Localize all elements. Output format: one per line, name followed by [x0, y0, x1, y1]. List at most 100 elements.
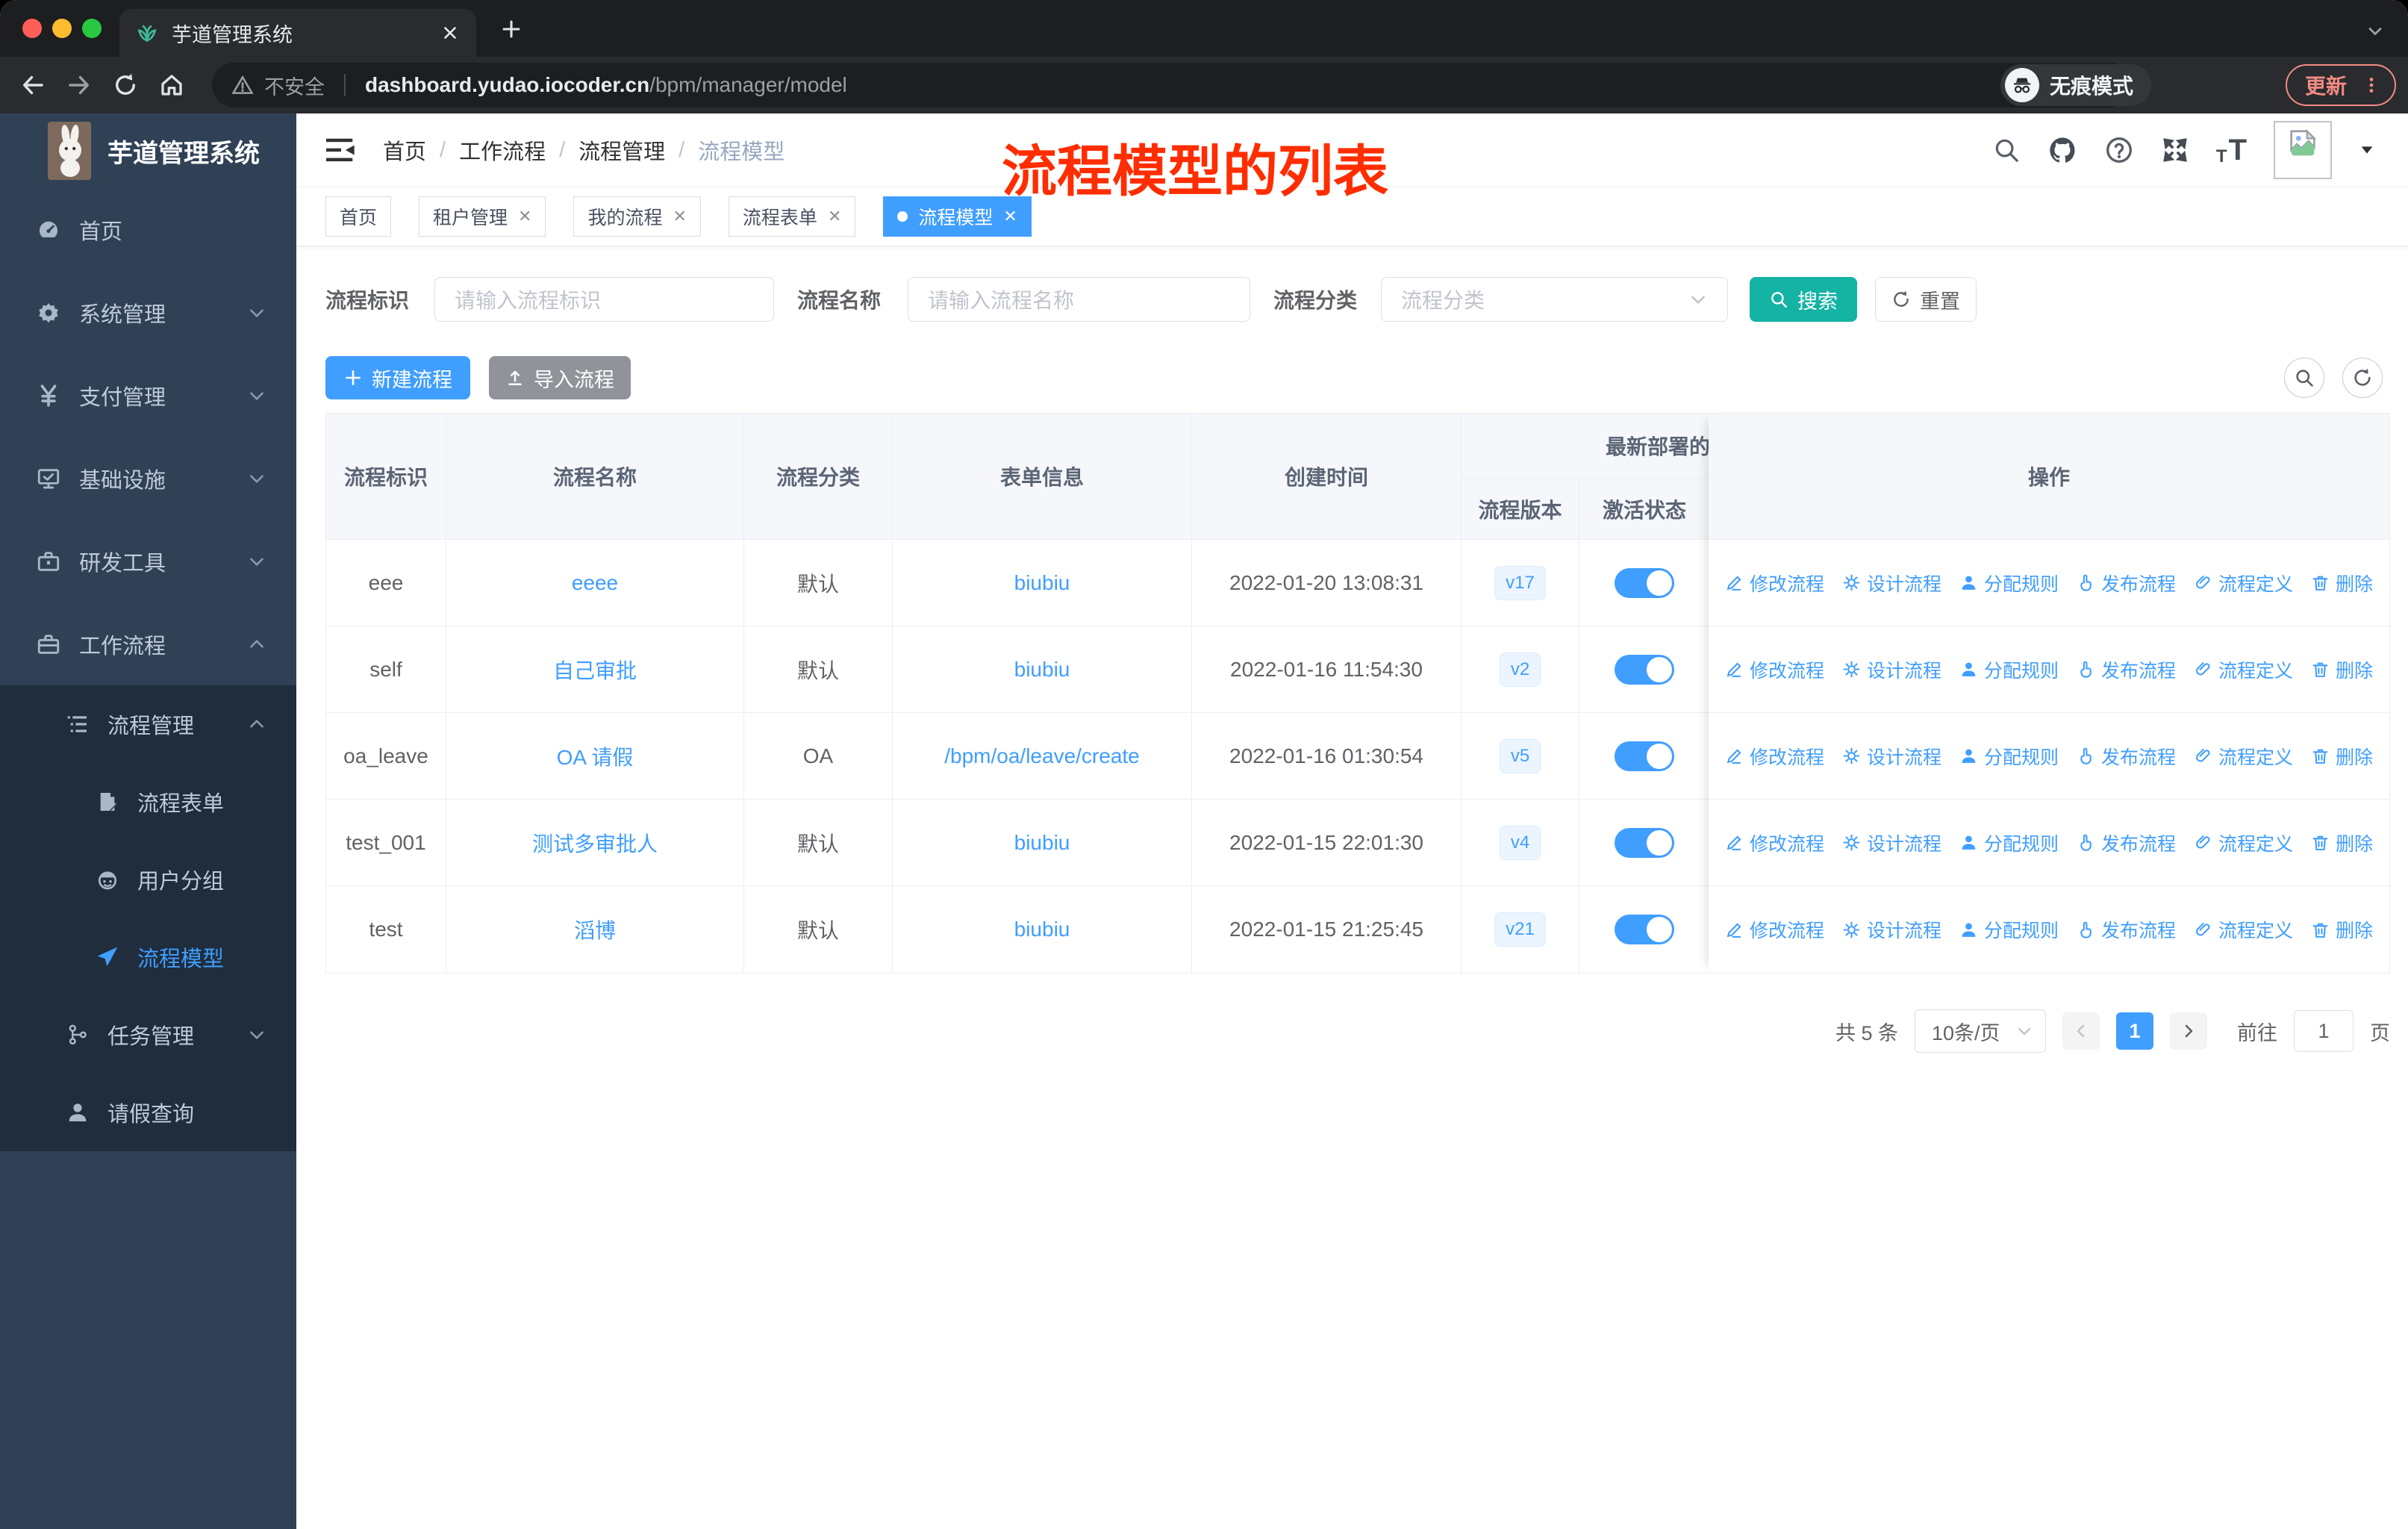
row-action-link[interactable]: 流程定义 [2194, 656, 2293, 683]
url-text[interactable]: dashboard.yudao.iocoder.cn/bpm/manager/m… [365, 73, 847, 97]
row-action-link[interactable]: 发布流程 [2077, 829, 2176, 856]
close-tag-icon[interactable]: ✕ [828, 207, 841, 226]
tag-process-form[interactable]: 流程表单 ✕ [728, 196, 856, 237]
breadcrumb-home[interactable]: 首页 [383, 134, 426, 166]
sidebar-item-home[interactable]: 首页 [0, 188, 296, 271]
form-info-link[interactable]: /bpm/oa/leave/create [944, 744, 1140, 768]
active-state-toggle[interactable] [1615, 567, 1674, 598]
header-search-icon[interactable] [1992, 136, 2021, 164]
security-label[interactable]: 不安全 [264, 71, 325, 100]
search-button[interactable]: 搜索 [1750, 277, 1858, 322]
row-action-link[interactable]: 流程定义 [2194, 916, 2293, 943]
sidebar-item-process-management[interactable]: 流程管理 [0, 685, 296, 763]
row-action-link[interactable]: 修改流程 [1725, 570, 1824, 597]
page-number-current[interactable]: 1 [2116, 1012, 2153, 1050]
row-action-link[interactable]: 修改流程 [1725, 916, 1824, 943]
sidebar-item-task-management[interactable]: 任务管理 [0, 996, 296, 1074]
refresh-list-button[interactable] [2342, 358, 2383, 398]
fullscreen-icon[interactable] [2161, 136, 2189, 164]
active-state-toggle[interactable] [1615, 827, 1674, 858]
next-page-button[interactable] [2170, 1012, 2207, 1050]
row-action-link[interactable]: 分配规则 [1959, 829, 2059, 856]
user-avatar[interactable] [2274, 121, 2332, 179]
reset-button[interactable]: 重置 [1875, 277, 1977, 322]
breadcrumb-workflow[interactable]: 工作流程 [459, 134, 546, 166]
process-name-link[interactable]: 自己审批 [553, 655, 637, 685]
close-tag-icon[interactable]: ✕ [518, 207, 531, 226]
close-window-button[interactable] [22, 19, 42, 38]
row-action-link[interactable]: 设计流程 [1842, 916, 1941, 943]
active-state-toggle[interactable] [1615, 741, 1674, 771]
row-action-link[interactable]: 发布流程 [2077, 916, 2176, 943]
tab-search-chevron-icon[interactable] [2365, 21, 2386, 42]
toggle-search-button[interactable] [2284, 358, 2324, 398]
process-name-link[interactable]: eeee [572, 571, 618, 595]
row-action-link[interactable]: 流程定义 [2194, 570, 2293, 597]
row-action-link[interactable]: 分配规则 [1959, 570, 2059, 597]
breadcrumb-process-management[interactable]: 流程管理 [578, 134, 665, 166]
back-button[interactable] [19, 72, 46, 99]
row-action-link[interactable]: 设计流程 [1842, 829, 1941, 856]
process-category-select[interactable]: 流程分类 [1381, 277, 1729, 322]
row-action-link[interactable]: 分配规则 [1959, 656, 2059, 683]
row-action-link[interactable]: 发布流程 [2077, 656, 2176, 683]
row-action-link[interactable]: 删除 [2311, 829, 2373, 856]
active-state-toggle[interactable] [1615, 654, 1674, 685]
row-action-link[interactable]: 分配规则 [1959, 916, 2059, 943]
prev-page-button[interactable] [2062, 1012, 2100, 1050]
row-action-link[interactable]: 修改流程 [1725, 656, 1824, 683]
form-info-link[interactable]: biubiu [1014, 918, 1070, 941]
sidebar-item-user-group[interactable]: 用户分组 [0, 841, 296, 918]
tag-home[interactable]: 首页 [325, 196, 392, 237]
incognito-badge[interactable]: 无痕模式 [2000, 64, 2151, 106]
create-process-button[interactable]: 新建流程 [325, 356, 470, 399]
process-key-input[interactable]: 请输入流程标识 [434, 277, 775, 322]
help-question-icon[interactable] [2104, 135, 2134, 165]
sidebar-item-process-form[interactable]: 流程表单 [0, 763, 296, 841]
reload-button[interactable] [112, 72, 139, 99]
browser-tab[interactable]: 芋道管理系统 [119, 9, 476, 57]
row-action-link[interactable]: 修改流程 [1725, 829, 1824, 856]
row-action-link[interactable]: 流程定义 [2194, 829, 2293, 856]
sidebar-item-payment[interactable]: 支付管理 [0, 354, 296, 437]
home-button[interactable] [158, 72, 185, 99]
process-name-input[interactable]: 请输入流程名称 [908, 277, 1251, 322]
avatar-caret-icon[interactable] [2359, 142, 2375, 158]
goto-page-input[interactable]: 1 [2294, 1010, 2354, 1052]
process-name-link[interactable]: 滔博 [574, 915, 616, 944]
form-info-link[interactable]: biubiu [1014, 571, 1070, 595]
row-action-link[interactable]: 修改流程 [1725, 743, 1824, 770]
sidebar-item-leave-query[interactable]: 请假查询 [0, 1074, 296, 1151]
minimize-window-button[interactable] [52, 19, 72, 38]
form-info-link[interactable]: biubiu [1014, 831, 1070, 855]
page-size-select[interactable]: 10条/页 [1915, 1009, 2046, 1053]
row-action-link[interactable]: 删除 [2311, 916, 2373, 943]
close-tag-icon[interactable]: ✕ [673, 207, 686, 226]
browser-update-button[interactable]: 更新 [2285, 64, 2396, 106]
row-action-link[interactable]: 分配规则 [1959, 743, 2059, 770]
row-action-link[interactable]: 删除 [2311, 656, 2373, 683]
app-logo[interactable]: 芋道管理系统 [0, 113, 296, 188]
sidebar-item-system[interactable]: 系统管理 [0, 271, 296, 354]
tag-tenant[interactable]: 租户管理 ✕ [419, 196, 546, 237]
sidebar-item-devtools[interactable]: 研发工具 [0, 520, 296, 602]
new-tab-button[interactable] [499, 16, 524, 42]
github-icon[interactable] [2047, 135, 2077, 165]
row-action-link[interactable]: 删除 [2311, 743, 2373, 770]
row-action-link[interactable]: 删除 [2311, 570, 2373, 597]
row-action-link[interactable]: 设计流程 [1842, 743, 1941, 770]
row-action-link[interactable]: 发布流程 [2077, 743, 2176, 770]
hamburger-collapse-icon[interactable] [326, 137, 356, 164]
forward-button[interactable] [66, 72, 93, 99]
zoom-window-button[interactable] [82, 19, 102, 38]
browser-menu-kebab-icon[interactable] [2362, 75, 2381, 95]
close-tag-icon[interactable]: ✕ [1003, 207, 1017, 226]
process-name-link[interactable]: OA 请假 [557, 741, 634, 771]
font-size-icon[interactable]: TT [2216, 134, 2247, 167]
address-bar[interactable]: 不安全 dashboard.yudao.iocoder.cn/bpm/manag… [212, 63, 2132, 108]
row-action-link[interactable]: 发布流程 [2077, 570, 2176, 597]
form-info-link[interactable]: biubiu [1014, 658, 1070, 682]
sidebar-item-process-model[interactable]: 流程模型 [0, 918, 296, 996]
row-action-link[interactable]: 设计流程 [1842, 570, 1941, 597]
row-action-link[interactable]: 流程定义 [2194, 743, 2293, 770]
